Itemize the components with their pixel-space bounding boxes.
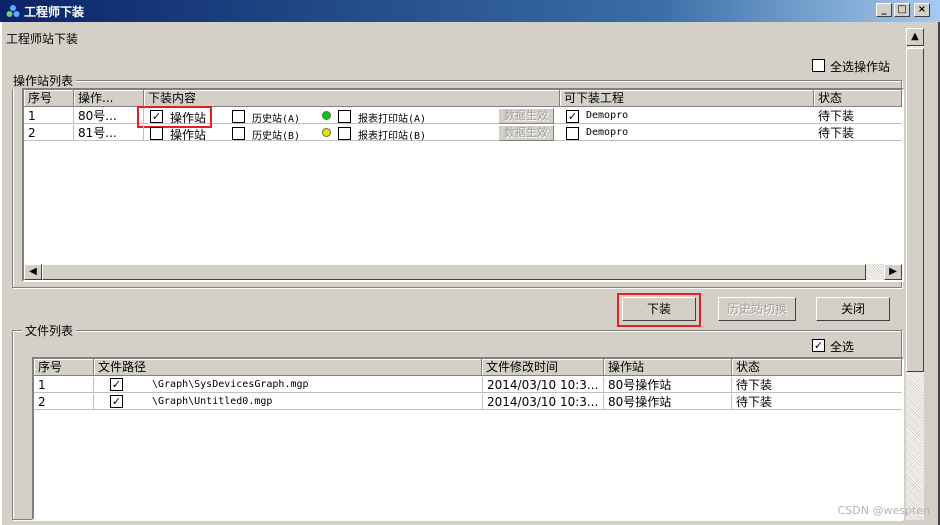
download-button[interactable]: 下装 — [622, 297, 696, 321]
apply-data-button[interactable]: 数据生效 — [498, 108, 554, 124]
col-header-project[interactable]: 可下装工程 — [560, 90, 814, 107]
report-checkbox[interactable] — [338, 127, 351, 140]
row-status: 待下装 — [818, 126, 855, 140]
apply-data-button[interactable]: 数据生效 — [498, 125, 554, 141]
col-header-index[interactable]: 序号 — [24, 90, 74, 107]
row-status: 待下装 — [818, 109, 855, 123]
file-station: 80号操作站 — [604, 377, 732, 393]
row-index: 2 — [34, 394, 94, 410]
scroll-left-button[interactable]: ◀ — [24, 264, 42, 280]
file-path: \Graph\Untitled0.mgp — [152, 396, 273, 407]
hist-label: 历史站(A) — [252, 114, 301, 125]
station-list[interactable]: 序号 操作... 下装内容 可下装工程 状态 1 80号... ✓ 操作站 历史… — [22, 88, 904, 282]
select-all-stations-checkbox[interactable] — [812, 59, 825, 72]
hist-status-dot — [322, 128, 331, 137]
report-label: 报表打印站(B) — [358, 131, 427, 142]
col-header-content[interactable]: 下装内容 — [144, 90, 560, 107]
row-index: 2 — [24, 125, 74, 141]
op-checkbox[interactable]: ✓ — [150, 110, 163, 123]
station-row[interactable]: 1 80号... ✓ 操作站 历史站(A) 报表打印站(A) 数据生效 ✓ De… — [24, 106, 902, 128]
file-status: 待下装 — [736, 378, 773, 392]
close-button[interactable]: 关闭 — [816, 297, 890, 321]
row-station-name: 81号... — [74, 125, 144, 141]
maximize-button[interactable]: □ — [894, 3, 910, 17]
select-all-stations-label: 全选操作站 — [830, 60, 891, 74]
minimize-button[interactable]: _ — [876, 3, 892, 17]
file-row[interactable]: 2 ✓ \Graph\Untitled0.mgp 2014/03/10 10:3… — [34, 394, 902, 410]
hscroll-thumb[interactable] — [42, 264, 866, 280]
file-list[interactable]: 序号 文件路径 文件修改时间 操作站 状态 1 ✓ \Graph\SysDevi… — [32, 357, 904, 520]
hist-checkbox[interactable] — [232, 110, 245, 123]
switch-history-button[interactable]: 历史站切换 — [718, 297, 796, 321]
app-icon — [6, 5, 20, 17]
file-status: 待下装 — [736, 395, 773, 409]
file-path: \Graph\SysDevicesGraph.mgp — [152, 379, 309, 390]
op-checkbox[interactable] — [150, 127, 163, 140]
row-station-name: 80号... — [74, 108, 144, 124]
col-header-status[interactable]: 状态 — [814, 90, 902, 107]
project-name: Demopro — [586, 127, 629, 138]
file-time: 2014/03/10 10:3... — [482, 377, 604, 393]
station-group-label: 操作站列表 — [10, 72, 77, 89]
scroll-thumb[interactable] — [906, 48, 924, 372]
file-checkbox[interactable]: ✓ — [110, 378, 123, 391]
col-header-station[interactable]: 操作... — [74, 90, 144, 107]
project-checkbox[interactable] — [566, 127, 579, 140]
select-all-files-label: 全选 — [830, 340, 855, 354]
op-label: 操作站 — [170, 128, 207, 142]
file-row[interactable]: 1 ✓ \Graph\SysDevicesGraph.mgp 2014/03/1… — [34, 377, 902, 393]
col-header-station[interactable]: 操作站 — [604, 359, 732, 376]
hist-status-dot — [322, 111, 331, 120]
row-index: 1 — [34, 377, 94, 393]
scroll-up-button[interactable]: ▲ — [906, 28, 924, 46]
col-header-index[interactable]: 序号 — [34, 359, 94, 376]
watermark: CSDN @wespten — [837, 504, 930, 517]
file-station: 80号操作站 — [604, 394, 732, 410]
project-name: Demopro — [586, 110, 629, 121]
hist-checkbox[interactable] — [232, 127, 245, 140]
project-checkbox[interactable]: ✓ — [566, 110, 579, 123]
file-checkbox[interactable]: ✓ — [110, 395, 123, 408]
op-label: 操作站 — [170, 111, 207, 125]
close-window-button[interactable]: × — [914, 3, 930, 17]
scroll-right-button[interactable]: ▶ — [884, 264, 902, 280]
subheader: 工程师站下装 — [6, 32, 79, 46]
station-row[interactable]: 2 81号... 操作站 历史站(B) 报表打印站(B) 数据生效 Demopr… — [24, 125, 902, 142]
window-title: 工程师下装 — [24, 5, 85, 19]
title-bar[interactable]: 工程师下装 _ □ × — [0, 0, 940, 22]
file-time: 2014/03/10 10:3... — [482, 394, 604, 410]
select-all-files-checkbox[interactable]: ✓ — [812, 339, 825, 352]
col-header-path[interactable]: 文件路径 — [94, 359, 482, 376]
report-label: 报表打印站(A) — [358, 114, 427, 125]
hist-label: 历史站(B) — [252, 131, 301, 142]
col-header-status[interactable]: 状态 — [732, 359, 902, 376]
col-header-time[interactable]: 文件修改时间 — [482, 359, 604, 376]
report-checkbox[interactable] — [338, 110, 351, 123]
row-index: 1 — [24, 108, 74, 124]
file-group-label: 文件列表 — [22, 322, 77, 339]
